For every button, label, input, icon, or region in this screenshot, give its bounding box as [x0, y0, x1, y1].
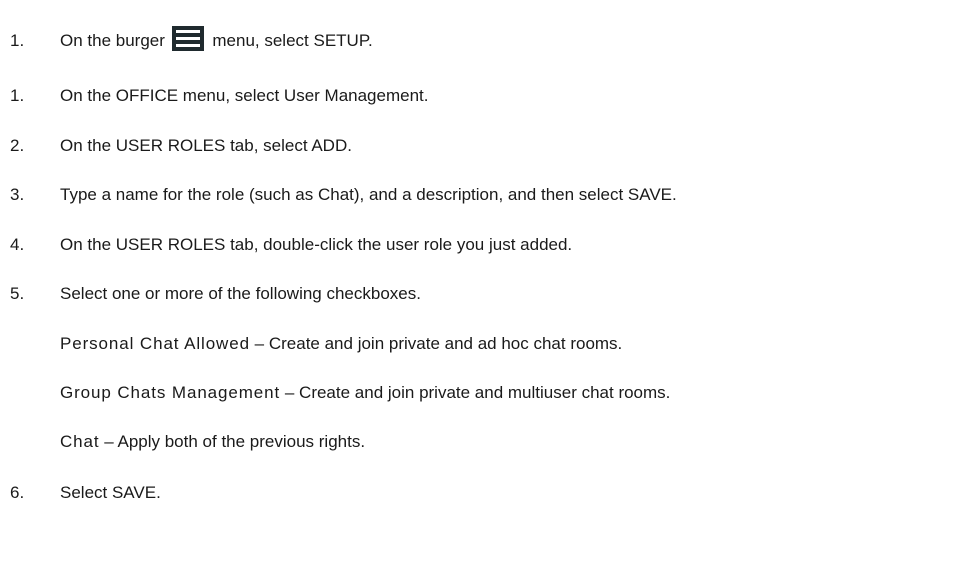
- checkbox-option-term: Chat: [60, 432, 100, 451]
- burger-bar: [175, 30, 200, 34]
- instructions-document: 1. On the burger menu, select SETUP. 1. …: [0, 0, 963, 572]
- step-number: 3.: [10, 185, 25, 204]
- step-text: Select one or more of the following chec…: [60, 284, 421, 303]
- step-text: On the burger menu, select SETUP.: [60, 26, 373, 55]
- checkbox-option-description: – Apply both of the previous rights.: [99, 432, 366, 451]
- step-text: On the OFFICE menu, select User Manageme…: [60, 86, 429, 105]
- step-number: 5.: [10, 284, 25, 303]
- step-number: 6.: [10, 483, 25, 502]
- checkbox-option-term: Personal Chat Allowed: [60, 334, 250, 353]
- step-text-after-icon: menu, select SETUP.: [212, 31, 373, 50]
- checkbox-option: Personal Chat Allowed – Create and join …: [60, 330, 622, 358]
- step-number: 1.: [10, 31, 25, 50]
- step-number: 4.: [10, 235, 25, 254]
- step-number: 2.: [10, 136, 25, 155]
- checkbox-option: Chat – Apply both of the previous rights…: [60, 428, 365, 456]
- step-number: 1.: [10, 86, 25, 105]
- burger-menu-icon: [171, 26, 204, 52]
- burger-bar: [175, 37, 200, 41]
- step-text: On the USER ROLES tab, select ADD.: [60, 136, 352, 155]
- burger-bar: [175, 44, 200, 48]
- step-text: Type a name for the role (such as Chat),…: [60, 185, 677, 204]
- checkbox-option-description: – Create and join private and multiuser …: [280, 383, 671, 402]
- step-text: On the USER ROLES tab, double-click the …: [60, 235, 573, 254]
- step-text-before-icon: On the burger: [60, 31, 165, 50]
- step-text: Select SAVE.: [60, 483, 161, 502]
- checkbox-option: Group Chats Management – Create and join…: [60, 379, 670, 407]
- checkbox-option-description: – Create and join private and ad hoc cha…: [249, 334, 623, 353]
- checkbox-option-term: Group Chats Management: [60, 383, 281, 402]
